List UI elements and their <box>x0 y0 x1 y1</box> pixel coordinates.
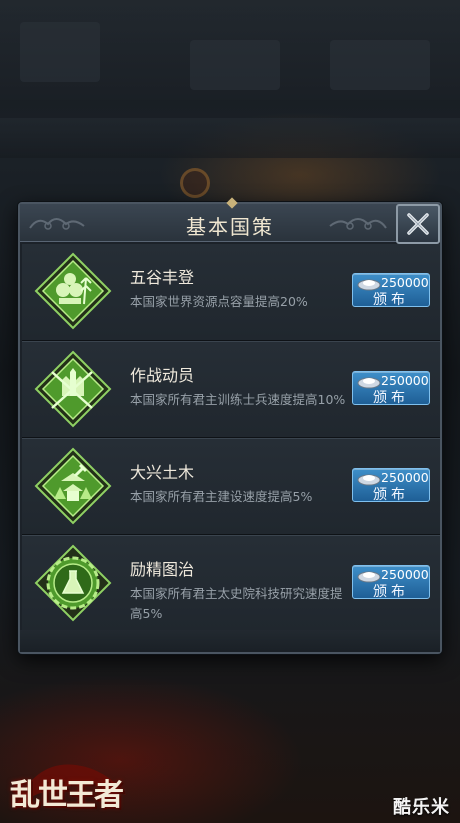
policy-row: 五谷丰登 本国家世界资源点容量提高20% 250000 颁布 <box>22 244 440 341</box>
promulgate-button[interactable]: 250000 颁布 <box>352 273 430 308</box>
promulgate-label: 颁布 <box>373 584 409 600</box>
promulgate-button[interactable]: 250000 颁布 <box>352 371 430 406</box>
policy-name: 五谷丰登 <box>130 268 195 287</box>
policy-description: 本国家所有君主建设速度提高5% <box>130 489 313 504</box>
background-tab-bar <box>0 118 460 158</box>
policy-row: 励精图治 本国家所有君主太史院科技研究速度提高5% 250000 颁布 <box>22 535 440 632</box>
cost-value: 250000 <box>381 470 429 485</box>
policy-description: 本国家世界资源点容量提高20% <box>130 294 308 309</box>
background-tile <box>330 40 430 90</box>
grain-harvest-icon <box>34 252 112 330</box>
pagoda-hammer-icon <box>34 447 112 525</box>
promulgate-button[interactable]: 250000 颁布 <box>352 468 430 503</box>
background-emblem <box>180 168 210 198</box>
background-tile <box>20 22 100 82</box>
promulgate-label: 颁布 <box>373 487 409 503</box>
policy-description: 本国家所有君主训练士兵速度提高10% <box>130 392 346 407</box>
cost-value: 250000 <box>381 275 429 290</box>
policy-panel: 基本国策 五谷丰登 本国家世界资源点容量提高20% 250000 颁布 作战动员… <box>18 197 442 654</box>
promulgate-label: 颁布 <box>373 390 409 406</box>
cost-value: 250000 <box>381 567 429 582</box>
policy-list: 五谷丰登 本国家世界资源点容量提高20% 250000 颁布 作战动员 本国家所… <box>22 244 440 632</box>
policy-name: 大兴土木 <box>130 463 195 482</box>
policy-row: 作战动员 本国家所有君主训练士兵速度提高10% 250000 颁布 <box>22 341 440 438</box>
policy-row: 大兴土木 本国家所有君主建设速度提高5% 250000 颁布 <box>22 438 440 535</box>
background-tile <box>190 40 280 90</box>
close-x-icon <box>407 213 429 235</box>
panel-footer <box>20 630 440 652</box>
panel-title: 基本国策 <box>186 215 274 239</box>
cost-value: 250000 <box>381 373 429 388</box>
close-button[interactable] <box>396 204 440 244</box>
policy-description: 本国家所有君主太史院科技研究速度提高5% <box>130 586 343 621</box>
research-flask-gear-icon <box>34 544 112 622</box>
promulgate-label: 颁布 <box>373 292 409 308</box>
policy-name: 作战动员 <box>130 366 195 385</box>
watermark: 酷乐米 <box>393 797 450 818</box>
crossed-spears-castle-icon <box>34 350 112 428</box>
panel-header: 基本国策 <box>20 197 440 244</box>
promulgate-button[interactable]: 250000 颁布 <box>352 565 430 600</box>
policy-name: 励精图治 <box>130 560 195 579</box>
game-logo: 乱世王者 <box>10 778 124 813</box>
